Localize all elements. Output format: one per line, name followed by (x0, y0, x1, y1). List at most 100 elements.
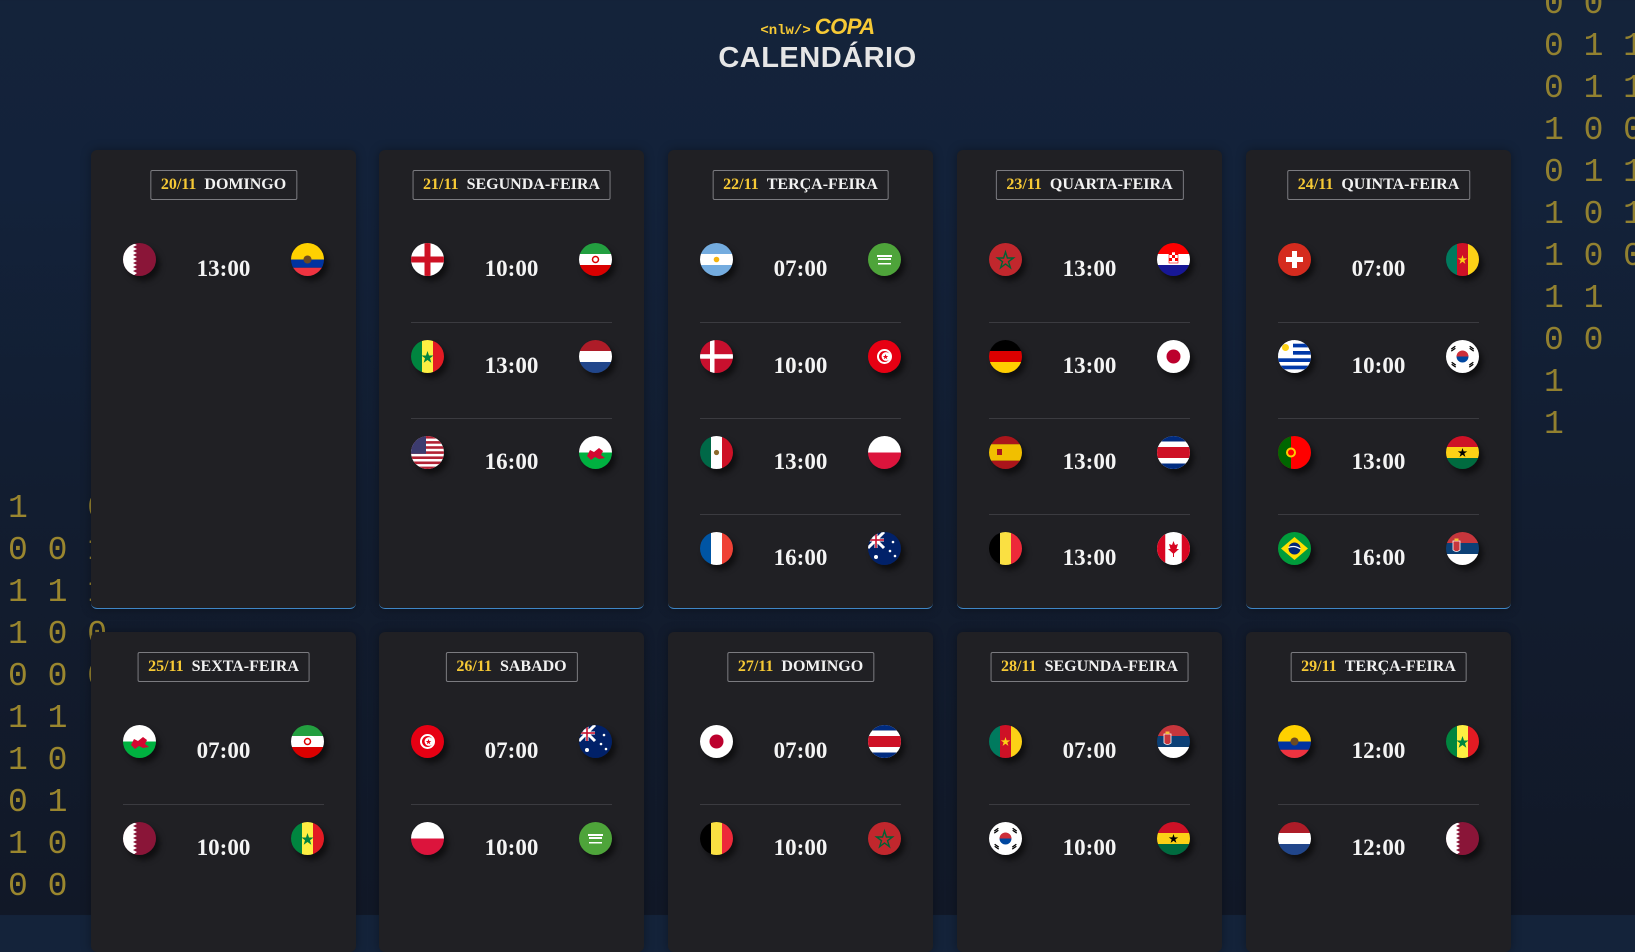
match-row[interactable]: 10:00 (1278, 322, 1479, 419)
match-row[interactable]: 07:00 (411, 708, 612, 804)
day-date: 26/11 (456, 658, 492, 675)
day-header: 22/11 TERÇA-FEIRA (712, 170, 889, 200)
match-row[interactable]: 10:00 (411, 226, 612, 322)
match-row[interactable]: 07:00 (700, 708, 901, 804)
day-date: 24/11 (1297, 176, 1334, 193)
match-time: 13:00 (773, 449, 828, 474)
match-row[interactable]: 13:00 (411, 322, 612, 419)
day-card: 27/11 DOMINGO 07:00 10:00 (668, 632, 933, 952)
match-row[interactable]: 12:00 (1278, 804, 1479, 901)
match-time: 07:00 (484, 738, 539, 763)
day-weekday: SABADO (499, 658, 567, 675)
match-row[interactable]: 10:00 (411, 804, 612, 901)
match-time: 07:00 (773, 738, 828, 763)
match-time: 13:00 (196, 256, 251, 281)
match-time: 07:00 (773, 256, 828, 281)
day-weekday: SEGUNDA-FEIRA (466, 176, 600, 193)
match-time: 10:00 (1351, 353, 1406, 378)
match-row[interactable]: 13:00 (123, 226, 324, 322)
match-time: 12:00 (1351, 738, 1406, 763)
match-time: 10:00 (484, 835, 539, 860)
match-time: 13:00 (1062, 256, 1117, 281)
match-row[interactable]: 07:00 (700, 226, 901, 322)
day-weekday: DOMINGO (204, 176, 287, 193)
day-header: 29/11 TERÇA-FEIRA (1290, 652, 1467, 682)
match-time: 07:00 (1062, 738, 1117, 763)
day-weekday: QUINTA-FEIRA (1341, 176, 1460, 193)
binary-row: 1 1 (1543, 280, 1604, 317)
binary-row: 1 (1543, 406, 1564, 443)
binary-row: 0 1 1 (1543, 154, 1635, 191)
match-row[interactable]: 13:00 (700, 418, 901, 515)
binary-row: 0 1 1 (1543, 28, 1635, 65)
page-title: CALENDÁRIO (718, 42, 917, 74)
logo-tag: <nlw/> (760, 23, 811, 39)
day-header: 26/11 SABADO (445, 652, 578, 682)
match-time: 13:00 (1351, 449, 1406, 474)
match-time: 10:00 (1062, 835, 1117, 860)
day-header: 25/11 SEXTA-FEIRA (137, 652, 310, 682)
day-weekday: SEGUNDA-FEIRA (1044, 658, 1178, 675)
day-weekday: TERÇA-FEIRA (766, 176, 878, 193)
match-row[interactable]: 16:00 (411, 418, 612, 515)
match-row[interactable]: 10:00 (700, 322, 901, 419)
match-row[interactable]: 10:00 (123, 804, 324, 901)
day-card: 29/11 TERÇA-FEIRA 12:00 12:00 (1246, 632, 1511, 952)
match-row[interactable]: 13:00 (1278, 418, 1479, 515)
match-time: 10:00 (773, 835, 828, 860)
logo-text: COPA (814, 14, 875, 39)
match-row[interactable]: 07:00 (989, 708, 1190, 804)
binary-row: 0 1 1 (1543, 70, 1635, 107)
binary-row: 1 0 0 (1543, 238, 1635, 275)
match-row[interactable]: 16:00 (1278, 514, 1479, 611)
match-time: 13:00 (1062, 545, 1117, 570)
match-row[interactable]: 13:00 (989, 418, 1190, 515)
day-date: 20/11 (160, 176, 197, 193)
match-row[interactable]: 13:00 (989, 514, 1190, 611)
day-date: 29/11 (1301, 658, 1337, 675)
day-date: 21/11 (423, 176, 459, 193)
match-row[interactable]: 10:00 (700, 804, 901, 901)
day-card: 20/11 DOMINGO 13:00 (91, 150, 356, 609)
day-date: 27/11 (737, 658, 774, 675)
match-time: 10:00 (773, 353, 828, 378)
page-header: <nlw/> COPA CALENDÁRIO (0, 14, 1635, 75)
binary-background-right: 0 0 0 1 1 0 1 1 1 0 0 0 1 1 1 0 1 1 0 0 1 1 0 0 1… (1544, 0, 1635, 450)
day-header: 20/11 DOMINGO (149, 170, 298, 200)
match-time: 13:00 (1062, 353, 1117, 378)
match-row[interactable]: 13:00 (989, 322, 1190, 419)
day-weekday: DOMINGO (781, 658, 864, 675)
binary-row: 0 0 (1543, 0, 1604, 23)
match-time: 07:00 (196, 738, 251, 763)
binary-row: 1 (1543, 364, 1564, 401)
match-time: 16:00 (773, 545, 828, 570)
match-row[interactable]: 07:00 (123, 708, 324, 804)
nlw-copa-logo: <nlw/> COPA (760, 14, 875, 40)
day-date: 28/11 (1001, 658, 1037, 675)
match-time: 16:00 (1351, 545, 1406, 570)
match-row[interactable]: 16:00 (700, 514, 901, 611)
day-card: 26/11 SABADO 07:00 10:00 (379, 632, 644, 952)
day-date: 23/11 (1006, 176, 1042, 193)
match-time: 10:00 (484, 256, 539, 281)
match-time: 07:00 (1351, 256, 1406, 281)
day-header: 21/11 SEGUNDA-FEIRA (412, 170, 611, 200)
day-card: 28/11 SEGUNDA-FEIRA 07:00 10:00 (957, 632, 1222, 952)
day-date: 22/11 (723, 176, 759, 193)
day-weekday: QUARTA-FEIRA (1049, 176, 1173, 193)
match-row[interactable]: 13:00 (989, 226, 1190, 322)
day-weekday: SEXTA-FEIRA (191, 658, 299, 675)
match-row[interactable]: 12:00 (1278, 708, 1479, 804)
day-card: 22/11 TERÇA-FEIRA 07:00 10:00 13:00 16:00 (668, 150, 933, 609)
day-weekday: TERÇA-FEIRA (1344, 658, 1456, 675)
day-header: 24/11 QUINTA-FEIRA (1286, 170, 1471, 200)
day-card: 25/11 SEXTA-FEIRA 07:00 10:00 (91, 632, 356, 952)
match-time: 13:00 (484, 353, 539, 378)
day-header: 27/11 DOMINGO (726, 652, 875, 682)
match-row[interactable]: 07:00 (1278, 226, 1479, 322)
day-date: 25/11 (148, 658, 184, 675)
match-row[interactable]: 10:00 (989, 804, 1190, 901)
day-card: 21/11 SEGUNDA-FEIRA 10:00 13:00 16:00 (379, 150, 644, 609)
match-time: 16:00 (484, 449, 539, 474)
day-header: 28/11 SEGUNDA-FEIRA (990, 652, 1189, 682)
